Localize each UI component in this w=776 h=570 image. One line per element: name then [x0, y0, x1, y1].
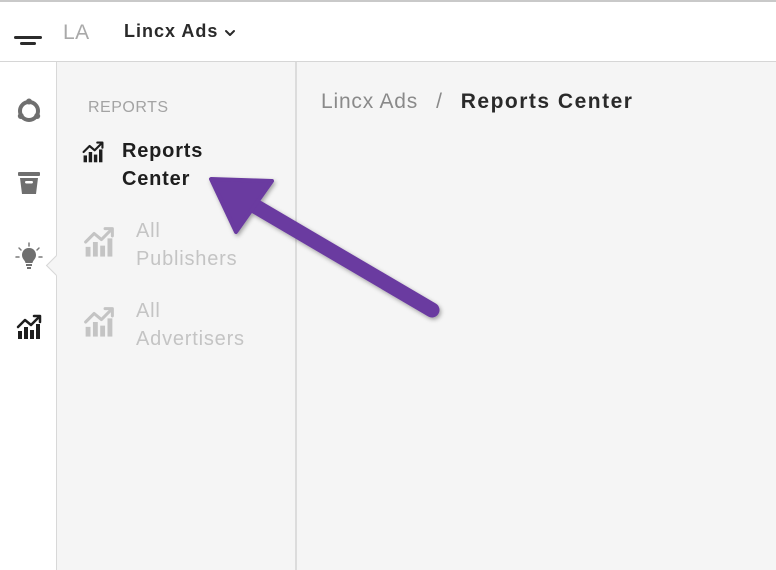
subnav-heading: REPORTS — [88, 99, 169, 116]
archive-box-icon — [15, 168, 43, 201]
subnav-item-reports-center[interactable]: Reports Center — [81, 137, 242, 193]
breadcrumb: Lincx Ads / Reports Center — [321, 90, 633, 114]
rail-item-lightbulb[interactable] — [14, 241, 44, 276]
icon-rail — [0, 62, 57, 570]
org-switcher[interactable]: Lincx Ads — [124, 21, 236, 42]
subnav-item-label: All Advertisers — [136, 300, 245, 350]
chart-trend-icon — [82, 305, 116, 344]
subnav-item-all-advertisers[interactable]: All Advertisers — [82, 297, 256, 353]
chart-trend-icon — [82, 225, 116, 264]
lightbulb-icon — [14, 241, 44, 276]
top-bar: LA Lincx Ads — [0, 0, 776, 62]
org-initials: LA — [63, 21, 90, 44]
rail-item-ring[interactable] — [14, 98, 44, 128]
chart-trend-icon — [15, 313, 43, 346]
app-frame: LA Lincx Ads REPORTS Reports Center All … — [0, 0, 776, 570]
breadcrumb-root-link[interactable]: Lincx Ads — [321, 90, 418, 114]
rail-item-archive[interactable] — [14, 169, 44, 199]
chart-trend-icon — [81, 140, 105, 169]
main-content: Lincx Ads / Reports Center — [297, 62, 776, 570]
reports-subnav: REPORTS Reports Center All Publishers Al… — [57, 62, 297, 570]
menu-toggle-icon[interactable] — [12, 32, 44, 48]
subnav-item-label: Reports Center — [122, 140, 204, 190]
subnav-item-all-publishers[interactable]: All Publishers — [82, 217, 256, 273]
subnav-item-label: All Publishers — [136, 220, 238, 270]
breadcrumb-separator: / — [436, 90, 443, 113]
rail-item-reports[interactable] — [14, 314, 44, 344]
breadcrumb-current: Reports Center — [460, 90, 634, 113]
ring-icon — [15, 97, 43, 130]
org-name: Lincx Ads — [124, 21, 219, 41]
chevron-down-icon — [224, 26, 236, 38]
